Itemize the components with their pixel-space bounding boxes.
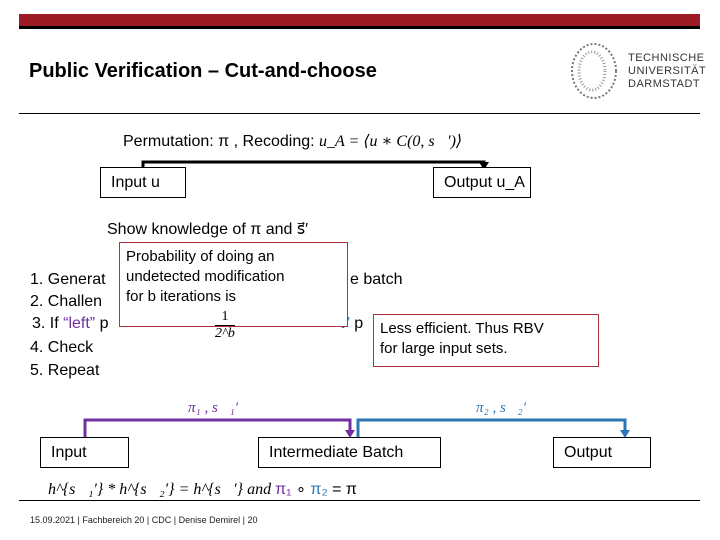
- fraction: 1 2^b: [215, 309, 235, 341]
- composition-formula: h^{s⃗₁′} * h^{s⃗₂′} = h^{s⃗′} and π₁ ∘ π…: [48, 481, 357, 498]
- list-item-2: 2. Challen: [30, 293, 103, 310]
- list-item-3: 3. If “left” p: [32, 315, 109, 332]
- list-item-1-tail: e batch: [350, 271, 403, 288]
- purple-arrow: [83, 418, 352, 437]
- list-item-4: 4. Check: [30, 339, 94, 356]
- blue-arrow: [356, 418, 627, 437]
- output-ua-box: Output u_A: [433, 167, 531, 198]
- efficiency-box: Less efficient. Thus RBV for large input…: [373, 314, 599, 367]
- intermediate-batch-box: Intermediate Batch: [258, 437, 441, 468]
- permutation-label: Permutation: π , Recoding: u_A = ⟨u ∗ C(…: [123, 133, 463, 150]
- footer-divider: [19, 500, 700, 501]
- list-item-5: 5. Repeat: [30, 362, 100, 379]
- pi1-label: π₁ , s⃗₁′: [188, 400, 238, 416]
- pi2-label: π₂ , s⃗₂′: [476, 400, 526, 416]
- output-box: Output: [553, 437, 651, 468]
- input-box: Input: [40, 437, 129, 468]
- footer: 15.09.2021 | Fachbereich 20 | CDC | Deni…: [30, 515, 258, 525]
- input-u-box: Input u: [100, 167, 186, 198]
- list-item-1: 1. Generat: [30, 271, 106, 288]
- probability-box: Probability of doing an undetected modif…: [119, 242, 348, 341]
- show-knowledge-text: Show knowledge of π and s⃗′: [107, 221, 309, 238]
